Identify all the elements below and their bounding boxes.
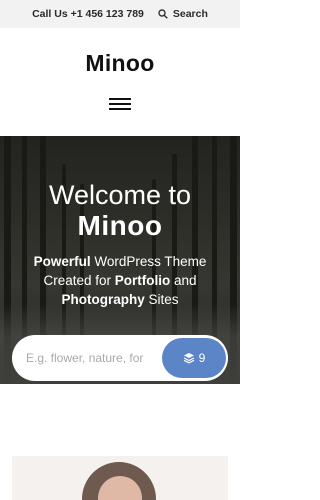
site-logo[interactable]: Minoo xyxy=(0,50,240,77)
top-search-link[interactable]: Search xyxy=(158,8,208,20)
site-header: Minoo xyxy=(0,28,240,136)
search-icon xyxy=(158,9,168,19)
hero-search-box: 9 xyxy=(12,335,228,381)
top-bar: Call Us +1 456 123 789 Search xyxy=(0,0,240,28)
search-count: 9 xyxy=(198,351,206,365)
hero-section: Welcome to Minoo Powerful WordPress Them… xyxy=(0,136,240,384)
portfolio-card[interactable] xyxy=(12,456,228,500)
hero-tagline: Powerful WordPress Theme Created for Por… xyxy=(33,254,207,307)
hero-brand: Minoo xyxy=(77,210,163,241)
content-section xyxy=(0,384,240,500)
search-input[interactable] xyxy=(26,348,166,368)
search-button[interactable]: 9 xyxy=(162,338,226,378)
hamburger-menu-icon[interactable] xyxy=(109,98,131,110)
search-label: Search xyxy=(172,8,208,20)
layers-icon xyxy=(183,353,194,364)
hero-heading: Welcome to xyxy=(48,180,192,210)
phone-number[interactable]: Call Us +1 456 123 789 xyxy=(32,8,144,20)
